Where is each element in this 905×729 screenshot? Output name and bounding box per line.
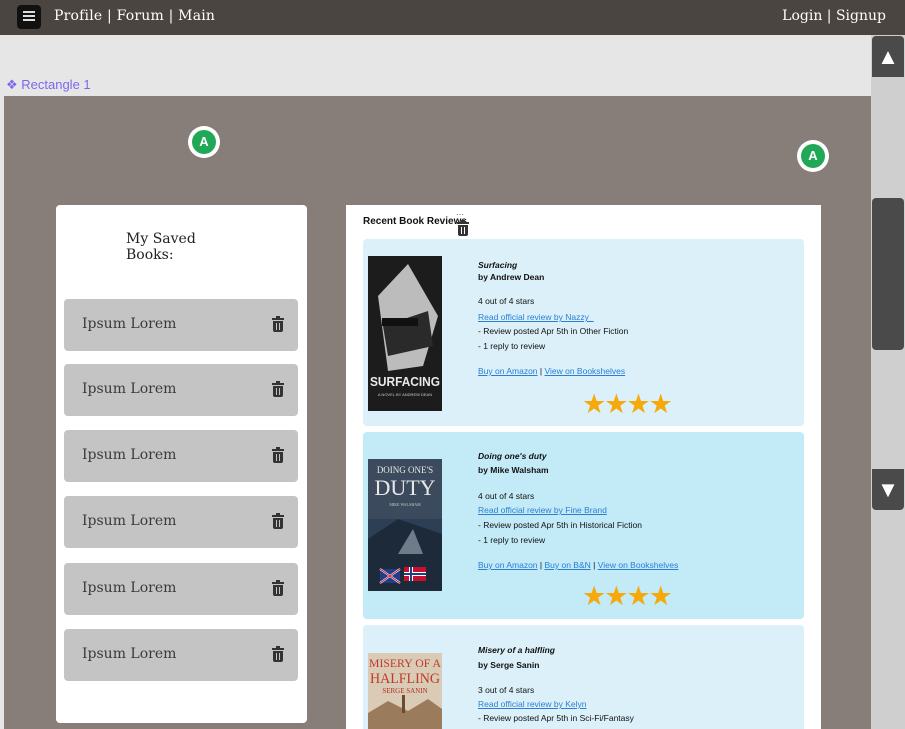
trash-icon[interactable]: [272, 513, 284, 529]
cover-title: SURFACING: [370, 374, 440, 389]
official-review-link[interactable]: Read official review by Nazzy_: [478, 312, 594, 322]
cover-title: MISERY OF A: [369, 656, 441, 670]
view-on-bookshelves-link[interactable]: View on Bookshelves: [544, 366, 625, 376]
review-book-author: by Serge Sanin: [478, 660, 540, 670]
saved-book-item[interactable]: Ipsum Lorem: [64, 629, 298, 681]
cover-title-2: DUTY: [374, 475, 435, 500]
review-rating-text: 3 out of 4 stars: [478, 685, 535, 695]
marker-letter: A: [801, 144, 825, 168]
buy-links: Buy on Amazon | Buy on B&N | View on Boo…: [478, 560, 679, 570]
review-replies-text: - 1 reply to review: [478, 341, 546, 351]
scrollbar-thumb[interactable]: [872, 198, 904, 350]
saved-books-panel: My Saved Books: Ipsum Lorem Ipsum Lorem …: [56, 205, 307, 723]
saved-book-label: Ipsum Lorem: [82, 316, 177, 332]
frame-label: ❖ Rectangle 1: [6, 77, 91, 92]
review-book-title: Misery of a halfling: [478, 645, 555, 655]
review-card: MISERY OF A HALFLING SERGE SANIN Misery …: [363, 625, 804, 729]
trash-icon[interactable]: [272, 447, 284, 463]
book-cover-image[interactable]: MISERY OF A HALFLING SERGE SANIN: [368, 653, 442, 729]
saved-book-label: Ipsum Lorem: [82, 646, 177, 662]
saved-book-item[interactable]: Ipsum Lorem: [64, 364, 298, 416]
top-nav-bar: Profile | Forum | Main Login | Signup: [0, 0, 905, 35]
review-book-author: by Andrew Dean: [478, 272, 545, 282]
review-posted-text: - Review posted Apr 5th in Other Fiction: [478, 326, 629, 336]
saved-book-label: Ipsum Lorem: [82, 513, 177, 529]
cover-title: DOING ONE'S: [377, 465, 433, 475]
scroll-up-arrow-icon[interactable]: ▲: [872, 36, 904, 77]
review-card: DOING ONE'S DUTY MIKE WALSHAM Doing one'…: [363, 432, 804, 619]
trash-icon[interactable]: [272, 316, 284, 332]
review-book-title: Doing one's duty: [478, 451, 547, 461]
view-on-bookshelves-link[interactable]: View on Bookshelves: [598, 560, 679, 570]
review-book-author: by Mike Walsham: [478, 465, 549, 475]
trash-icon[interactable]: [272, 381, 284, 397]
vertical-scrollbar[interactable]: ▲ ▼: [871, 35, 905, 729]
buy-links: Buy on Amazon | View on Bookshelves: [478, 366, 626, 376]
scroll-down-arrow-icon[interactable]: ▼: [872, 469, 904, 510]
saved-book-item[interactable]: Ipsum Lorem: [64, 496, 298, 548]
saved-book-item[interactable]: Ipsum Lorem: [64, 430, 298, 482]
nav-links-left[interactable]: Profile | Forum | Main: [54, 8, 215, 24]
cover-subtitle: MIKE WALSHAM: [389, 502, 421, 507]
buy-on-bn-link[interactable]: Buy on B&N: [544, 560, 590, 570]
cover-subtitle: A NOVEL BY ANDREW DEAN: [378, 392, 432, 397]
review-rating-text: 4 out of 4 stars: [478, 491, 535, 501]
saved-books-title: My Saved Books:: [126, 231, 196, 263]
trash-icon[interactable]: [272, 580, 284, 596]
buy-on-amazon-link[interactable]: Buy on Amazon: [478, 366, 538, 376]
saved-book-label: Ipsum Lorem: [82, 580, 177, 596]
star-rating: ★★★★: [582, 581, 673, 611]
buy-on-amazon-link[interactable]: Buy on Amazon: [478, 560, 538, 570]
recent-reviews-panel: Recent Book Reviews ··· SURFACING A NOVE…: [346, 205, 821, 729]
saved-book-label: Ipsum Lorem: [82, 447, 177, 463]
saved-book-item[interactable]: Ipsum Lorem: [64, 563, 298, 615]
saved-book-item[interactable]: Ipsum Lorem: [64, 299, 298, 351]
recent-reviews-title: Recent Book Reviews: [363, 216, 467, 227]
comment-marker[interactable]: A: [188, 126, 220, 158]
marker-letter: A: [192, 130, 216, 154]
cover-subtitle: SERGE SANIN: [382, 687, 427, 695]
nav-links-auth[interactable]: Login | Signup: [782, 8, 886, 24]
official-review-link[interactable]: Read official review by Kelyn: [478, 699, 587, 709]
review-posted-text: - Review posted Apr 5th in Sci-Fi/Fantas…: [478, 713, 634, 723]
review-card: SURFACING A NOVEL BY ANDREW DEAN Surfaci…: [363, 239, 804, 426]
trash-icon[interactable]: [272, 646, 284, 662]
official-review-link[interactable]: Read official review by Fine Brand: [478, 505, 607, 515]
review-rating-text: 4 out of 4 stars: [478, 296, 535, 306]
saved-book-label: Ipsum Lorem: [82, 381, 177, 397]
review-replies-text: - 1 reply to review: [478, 535, 546, 545]
book-cover-image[interactable]: DOING ONE'S DUTY MIKE WALSHAM: [368, 459, 442, 591]
star-rating: ★★★★: [582, 389, 673, 419]
trash-icon[interactable]: [457, 220, 469, 236]
review-posted-text: - Review posted Apr 5th in Historical Fi…: [478, 520, 642, 530]
book-cover-image[interactable]: SURFACING A NOVEL BY ANDREW DEAN: [368, 256, 442, 411]
book-logo-icon[interactable]: [17, 5, 41, 29]
design-canvas: A A My Saved Books: Ipsum Lorem Ipsum Lo…: [4, 96, 871, 729]
comment-marker[interactable]: A: [797, 140, 829, 172]
review-book-title: Surfacing: [478, 260, 518, 270]
more-dots-icon[interactable]: ···: [456, 211, 464, 219]
cover-title-2: HALFLING: [370, 671, 440, 687]
